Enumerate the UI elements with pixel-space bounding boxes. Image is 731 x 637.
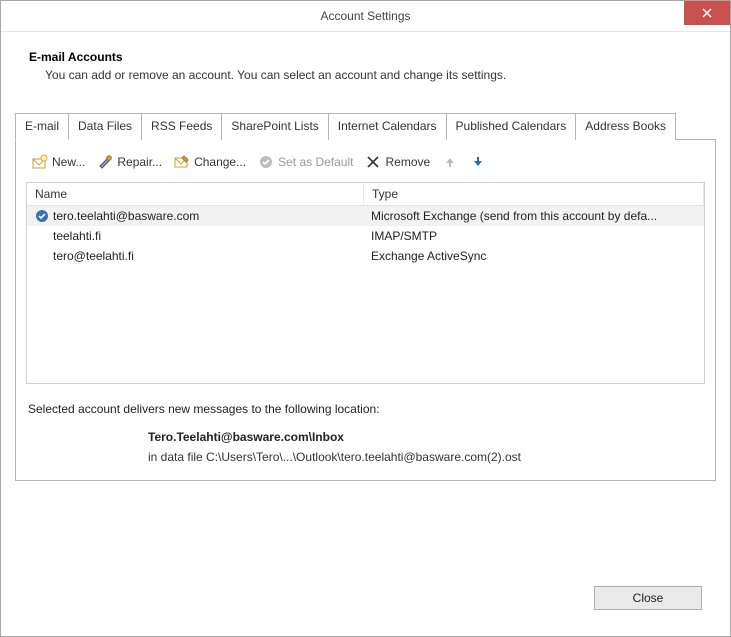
set-default-label: Set as Default [278,155,353,169]
tab-sharepoint-lists[interactable]: SharePoint Lists [221,113,328,140]
change-label: Change... [194,155,246,169]
default-account-icon [35,209,49,223]
tab-address-books[interactable]: Address Books [575,113,676,140]
list-body: tero.teelahti@basware.com Microsoft Exch… [27,206,704,266]
close-icon [702,8,712,18]
repair-label: Repair... [117,155,162,169]
dialog-footer: Close [15,576,716,624]
new-icon [32,154,48,170]
tab-strip: E-mail Data Files RSS Feeds SharePoint L… [15,112,716,140]
change-icon [174,154,190,170]
dialog-content: E-mail Accounts You can add or remove an… [1,32,730,636]
account-name: tero.teelahti@basware.com [53,209,199,223]
arrow-up-icon [442,154,458,170]
account-name: teelahti.fi [53,229,101,243]
account-name: tero@teelahti.fi [53,249,134,263]
delivery-intro: Selected account delivers new messages t… [28,402,703,416]
tab-data-files[interactable]: Data Files [68,113,142,140]
account-row[interactable]: tero@teelahti.fi Exchange ActiveSync [27,246,704,266]
column-header-name[interactable]: Name [27,183,364,205]
change-button[interactable]: Change... [170,152,250,172]
arrow-down-icon [470,154,486,170]
account-type: Microsoft Exchange (send from this accou… [363,206,704,226]
account-row[interactable]: tero.teelahti@basware.com Microsoft Exch… [27,206,704,226]
set-default-icon [258,154,274,170]
column-header-type[interactable]: Type [364,183,704,205]
account-row[interactable]: teelahti.fi IMAP/SMTP [27,226,704,246]
move-up-button [438,152,462,172]
delivery-info: Selected account delivers new messages t… [28,402,703,464]
delivery-location: Tero.Teelahti@basware.com\Inbox [148,430,703,444]
list-header: Name Type [27,183,704,206]
delivery-path: in data file C:\Users\Tero\...\Outlook\t… [148,450,703,464]
account-name-cell: teelahti.fi [27,226,363,246]
account-type: Exchange ActiveSync [363,246,704,266]
tab-rss-feeds[interactable]: RSS Feeds [141,113,222,140]
set-default-button: Set as Default [254,152,357,172]
tab-internet-calendars[interactable]: Internet Calendars [328,113,447,140]
tab-published-calendars[interactable]: Published Calendars [446,113,577,140]
tab-email[interactable]: E-mail [15,113,69,140]
account-type: IMAP/SMTP [363,226,704,246]
toolbar: New... Repair... Change... [26,150,705,182]
account-settings-window: Account Settings E-mail Accounts You can… [0,0,731,637]
repair-button[interactable]: Repair... [93,152,166,172]
account-name-cell: tero@teelahti.fi [27,246,363,266]
new-label: New... [52,155,85,169]
titlebar: Account Settings [1,1,730,32]
window-close-button[interactable] [684,1,730,25]
section-heading: E-mail Accounts [29,50,716,64]
remove-label: Remove [385,155,430,169]
window-title: Account Settings [320,9,410,23]
remove-icon [365,154,381,170]
tab-panel-email: New... Repair... Change... [15,140,716,481]
accounts-list: Name Type tero.teelahti@basware.com Micr… [26,182,705,384]
account-name-cell: tero.teelahti@basware.com [27,206,363,226]
new-button[interactable]: New... [28,152,89,172]
section-description: You can add or remove an account. You ca… [45,68,716,82]
move-down-button[interactable] [466,152,490,172]
repair-icon [97,154,113,170]
remove-button[interactable]: Remove [361,152,434,172]
close-button[interactable]: Close [594,586,702,610]
